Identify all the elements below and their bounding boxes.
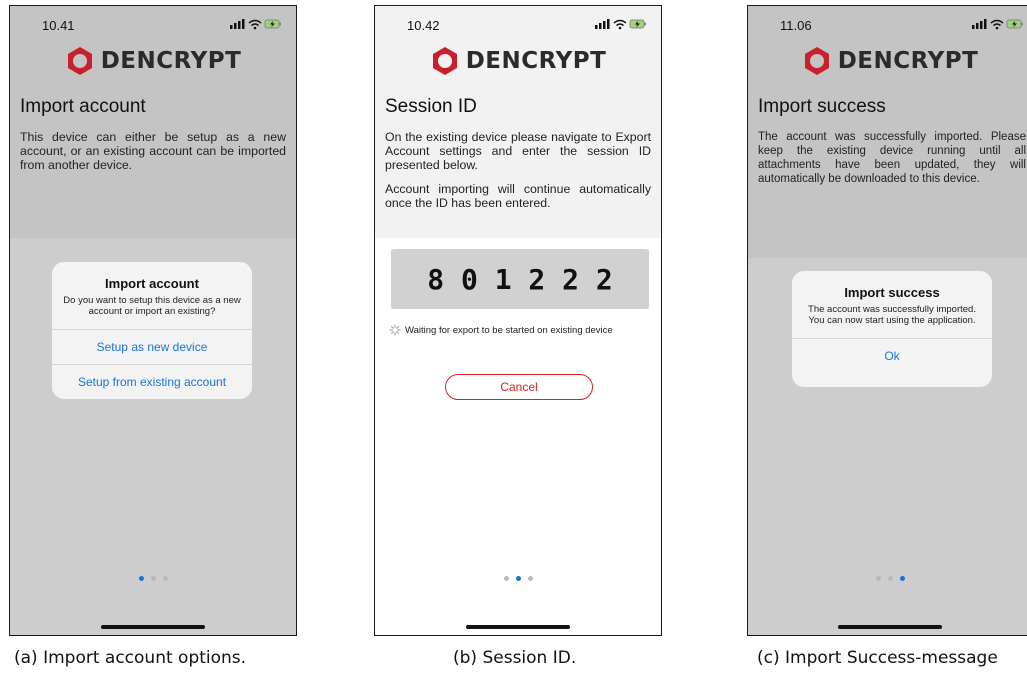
caption-c: (c) Import Success-message [757,648,998,668]
status-icons [595,18,647,33]
spinner-icon [389,324,401,336]
page-dot-2 [150,576,156,581]
setup-new-device-button[interactable]: Setup as new device [52,329,252,364]
session-id-box: 8 0 1 2 2 2 [391,249,649,309]
setup-existing-account-button[interactable]: Setup from existing account [52,364,252,399]
ok-button[interactable]: Ok [792,338,992,373]
description-paragraph-1: On the existing device please navigate t… [385,130,651,172]
page-dot-1 [138,576,144,581]
import-account-dialog: Import account Do you want to setup this… [52,262,252,399]
session-id-value: 8 0 1 2 2 2 [427,262,613,296]
import-success-dialog: Import success The account was successfu… [792,271,992,387]
page-indicator [375,576,661,581]
status-icons [230,18,282,33]
logo-text: DENCRYPT [465,48,607,74]
dialog-message: Do you want to setup this device as a ne… [63,295,241,317]
description-paragraph-2: Account importing will continue automati… [385,182,651,210]
phone-screen-session-id: 10.42 DENCRYPT Session ID On the existin… [374,5,662,636]
waiting-text: Waiting for export to be started on exis… [405,324,613,336]
page-dot-2 [887,576,893,581]
dialog-message: The account was successfully imported. Y… [808,304,976,326]
page-dot-1 [503,576,509,581]
signal-wifi-battery-icon [595,19,646,30]
dencrypt-logo-icon [804,47,829,75]
page-dot-1 [875,576,881,581]
signal-wifi-battery-icon [972,19,1023,30]
phone-screen-import-account: 10.41 DENCRYPT Import account This devic… [9,5,297,636]
phone-screen-import-success: 11.06 DENCRYPT Import success The accoun… [747,5,1027,636]
status-time: 10.42 [407,18,440,33]
status-icons [972,18,1024,33]
header-content: Session ID On the existing device please… [375,90,661,220]
page-indicator [10,576,296,581]
home-indicator[interactable] [101,625,205,629]
page-description: The account was successfully imported. P… [758,131,1026,185]
status-time: 11.06 [780,18,812,33]
logo-text: DENCRYPT [100,48,242,74]
dencrypt-logo-icon [432,47,457,75]
home-indicator[interactable] [838,625,942,629]
dencrypt-logo: DENCRYPT [375,46,661,76]
status-time: 10.41 [42,18,75,33]
caption-b: (b) Session ID. [453,648,577,668]
page-description: On the existing device please navigate t… [385,130,651,210]
page-dot-3 [527,576,533,581]
dialog-title: Import success [844,285,940,300]
page-title: Import success [758,96,886,117]
dencrypt-logo: DENCRYPT [748,46,1027,76]
signal-wifi-battery-icon [230,19,281,30]
page-dot-3 [162,576,168,581]
logo-text: DENCRYPT [837,48,979,74]
cancel-button[interactable]: Cancel [445,374,593,400]
dencrypt-logo-icon [67,47,92,75]
page-indicator [748,576,1027,581]
page-title: Import account [20,96,146,117]
page-description: This device can either be setup as a new… [20,130,286,172]
header-content: Import account This device can either be… [10,90,296,172]
page-dot-2 [515,576,521,581]
page-title: Session ID [385,96,477,117]
header-content: Import success The account was successfu… [748,90,1027,186]
dencrypt-logo: DENCRYPT [10,46,296,76]
waiting-status: Waiting for export to be started on exis… [389,324,613,336]
home-indicator[interactable] [466,625,570,629]
caption-a: (a) Import account options. [14,648,247,668]
page-dot-3 [899,576,905,581]
dialog-title: Import account [105,276,199,291]
